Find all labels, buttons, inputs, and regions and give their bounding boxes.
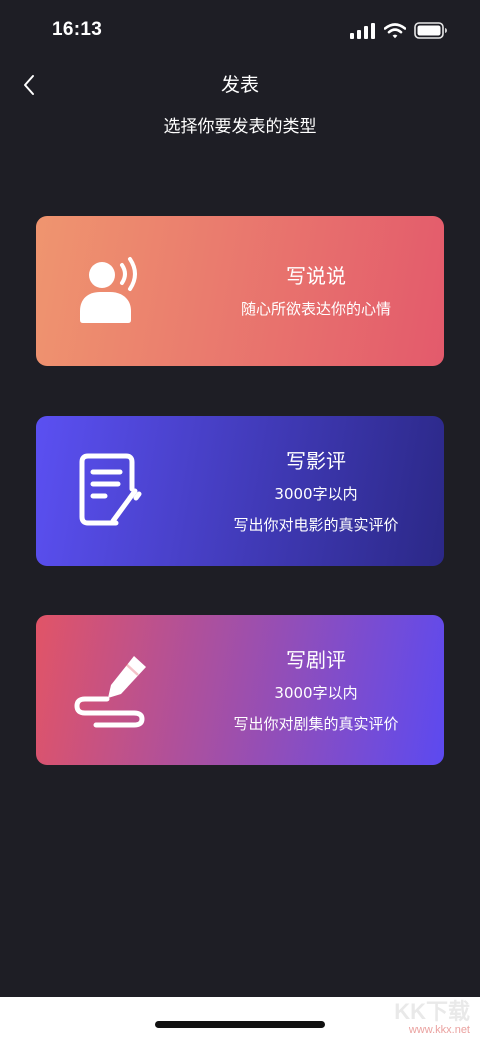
card-description: 随心所欲表达你的心情 (240, 300, 391, 318)
card-title: 写影评 (286, 448, 346, 473)
card-text: 写影评 3000字以内 写出你对电影的真实评价 (196, 416, 436, 566)
status-time: 16:13 (52, 19, 103, 40)
pen-scribble-icon (74, 656, 146, 728)
battery-icon (414, 22, 447, 39)
status-bar: 16:13 (0, 0, 480, 60)
watermark: KK下载 www.kkx.net (394, 1000, 470, 1037)
status-icons (350, 22, 448, 39)
card-description: 写出你对剧集的真实评价 (233, 714, 399, 733)
card-description: 写出你对电影的真实评价 (233, 515, 399, 534)
watermark-logo: KK下载 (394, 999, 470, 1024)
write-movie-review-card[interactable]: 写影评 3000字以内 写出你对电影的真实评价 (36, 416, 444, 566)
edit-document-icon (79, 453, 142, 526)
card-word-limit: 3000字以内 (274, 683, 358, 702)
card-word-limit: 3000字以内 (274, 484, 358, 503)
wifi-icon (384, 22, 406, 38)
card-title: 写说说 (286, 264, 346, 288)
speaking-person-icon (80, 257, 137, 323)
watermark-url: www.kkx.net (408, 1024, 470, 1036)
page-subtitle: 选择你要发表的类型 (163, 117, 317, 137)
write-series-review-card[interactable]: 写剧评 3000字以内 写出你对剧集的真实评价 (36, 615, 444, 765)
page-title: 发表 (220, 74, 259, 96)
bottom-safe-area: KK下载 www.kkx.net (0, 997, 480, 1039)
signal-icon (350, 22, 375, 39)
card-text: 写剧评 3000字以内 写出你对剧集的真实评价 (196, 615, 436, 765)
write-post-card[interactable]: 写说说 随心所欲表达你的心情 (36, 216, 444, 366)
home-indicator[interactable] (155, 1021, 325, 1028)
card-text: 写说说 随心所欲表达你的心情 (196, 216, 436, 366)
card-title: 写剧评 (286, 647, 346, 672)
